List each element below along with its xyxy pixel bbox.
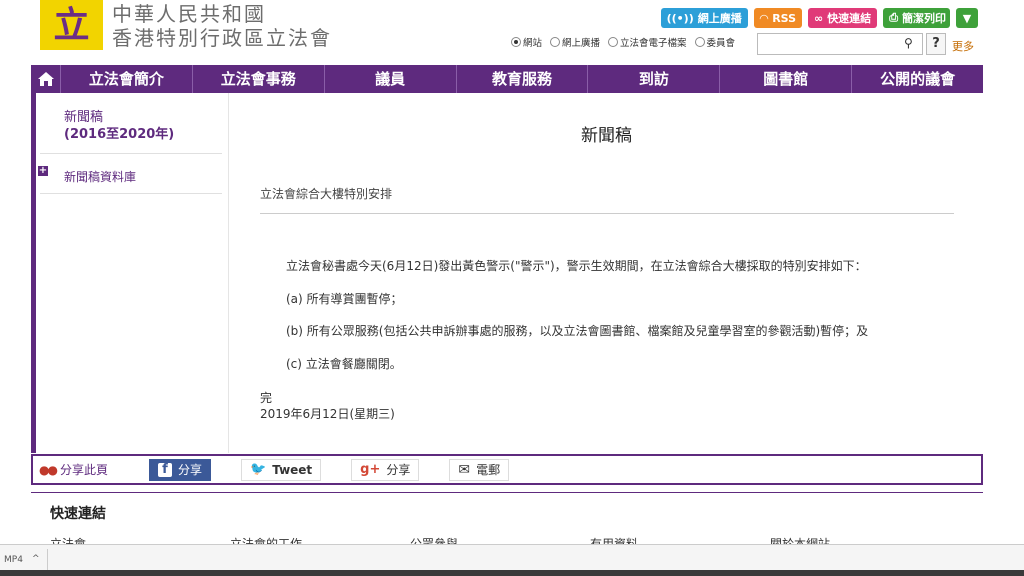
webcast-button[interactable]: ((•)) 網上廣播 [660,8,748,28]
home-button[interactable] [31,65,61,93]
twitter-icon: 🐦 [250,462,267,477]
radio-webcast[interactable]: 網上廣播 [550,35,600,49]
print-button[interactable]: ⎙ 簡潔列印 [883,8,950,28]
legco-logo[interactable]: 立 [40,0,103,50]
share-label-text: 分享此頁 [59,463,108,477]
expand-icon[interactable]: + [38,166,48,176]
sidebar-title-line2: (2016至2020年) [64,127,175,142]
webcast-icon: ((•)) [666,11,694,25]
email-icon: ✉ [458,461,471,478]
press-paragraph-b: (b) 所有公眾服務(包括公共申訴辦事處的服務，以及立法會圖書館、檔案館及兒童學… [286,324,869,338]
main-nav: 立法會簡介 立法會事務 議員 教育服務 到訪 圖書館 公開的議會 [31,65,983,93]
chevron-down-icon: ▼ [962,11,972,25]
print-dropdown-button[interactable]: ▼ [956,8,978,28]
downloads-divider [47,549,48,571]
sidebar: 新聞稿 (2016至2020年) + 新聞稿資料庫 [36,93,229,453]
gplus-share-label: 分享 [386,463,411,477]
press-paragraph-c: (c) 立法會餐廳關閉。 [286,357,402,371]
printer-icon: ⎙ [889,11,898,24]
nav-item-visit[interactable]: 到訪 [588,65,721,93]
site-title-line2: 香港特別行政區立法會 [112,26,332,50]
release-date: 2019年6月12日(星期三) [260,407,395,421]
facebook-share-label: 分享 [178,463,203,477]
search-input[interactable] [757,33,923,55]
quick-links-label: 快速連結 [827,12,872,25]
nav-item-legco-intro[interactable]: 立法會簡介 [61,65,193,93]
rss-button[interactable]: ◠ RSS [753,8,803,28]
radio-dot-earchive [608,37,619,47]
twitter-share-label: Tweet [272,462,313,477]
facebook-icon: f [158,462,172,477]
end-mark: 完 [260,391,273,405]
search-scope: 網站 網上廣播 立法會電子檔案 委員會 [511,35,739,49]
nav-item-education[interactable]: 教育服務 [457,65,589,93]
press-paragraph-a: (a) 所有導賞團暫停； [286,292,403,306]
main-content: 新聞稿 立法會綜合大樓特別安排 立法會秘書處今天(6月12日)發出黃色警示("警… [230,93,983,453]
share-icon: ●● [39,462,58,477]
logo-glyph: 立 [53,4,90,46]
sidebar-title[interactable]: 新聞稿 (2016至2020年) [64,109,174,143]
email-share-button[interactable]: ✉ 電郵 [449,458,510,481]
webcast-label: 網上廣播 [697,12,742,25]
page-title: 新聞稿 [581,126,632,146]
rss-label: RSS [772,11,797,25]
press-release-title: 立法會綜合大樓特別安排 [260,187,393,201]
nav-item-members[interactable]: 議員 [325,65,457,93]
bottom-strip [0,570,1024,576]
facebook-share-button[interactable]: f 分享 [149,458,212,481]
page: 立 中華人民共和國 香港特別行政區立法會 ((•)) 網上廣播 ◠ RSS ∞ … [0,0,1024,576]
site-title-line1: 中華人民共和國 [112,2,266,26]
top-buttons: ((•)) 網上廣播 ◠ RSS ∞ 快速連結 ⎙ 簡潔列印 ▼ [660,8,978,28]
share-label: ●● 分享此頁 [39,461,149,478]
radio-website-label: 網站 [523,38,543,49]
nav-item-library[interactable]: 圖書館 [720,65,853,93]
nav-item-open-legco[interactable]: 公開的議會 [852,65,983,93]
google-plus-icon: g+ [360,462,381,477]
radio-dot-committee [694,37,705,47]
sidebar-divider [40,153,222,154]
radio-earchive[interactable]: 立法會電子檔案 [608,35,687,49]
help-button[interactable]: ? [926,33,946,55]
footer-divider [31,492,983,493]
gplus-share-button[interactable]: g+ 分享 [351,458,420,481]
sidebar-title-line1: 新聞稿 [64,110,104,125]
site-title[interactable]: 中華人民共和國 香港特別行政區立法會 [112,2,332,50]
search-icon[interactable]: ⚲ [904,36,913,50]
download-item[interactable]: MP4 [4,555,23,565]
quick-links-button[interactable]: ∞ 快速連結 [808,8,878,28]
link-icon: ∞ [814,11,824,25]
sidebar-divider-2 [40,193,222,194]
email-share-label: 電郵 [476,463,501,477]
caret-up-icon[interactable]: ^ [32,554,40,564]
radio-dot-website [511,37,521,47]
sidebar-item-press-release-db[interactable]: 新聞稿資料庫 [64,168,136,185]
press-paragraph-intro: 立法會秘書處今天(6月12日)發出黃色警示("警示")，警示生效期間，在立法會綜… [286,259,867,273]
radio-committee-label: 委員會 [706,38,736,49]
nav-item-legco-business[interactable]: 立法會事務 [193,65,325,93]
radio-earchive-label: 立法會電子檔案 [620,38,687,49]
content-divider [260,213,954,214]
radio-website[interactable]: 網站 [511,35,542,49]
more-link[interactable]: 更多 [952,38,974,54]
radio-webcast-label: 網上廣播 [562,38,601,49]
share-bar: ●● 分享此頁 f 分享 🐦 Tweet g+ 分享 ✉ 電郵 [31,454,983,485]
twitter-share-button[interactable]: 🐦 Tweet [241,458,322,481]
home-icon [37,72,54,86]
print-label: 簡潔列印 [902,12,946,25]
radio-committee[interactable]: 委員會 [694,35,736,49]
radio-dot-webcast [550,37,561,47]
rss-icon: ◠ [759,11,769,25]
quick-links-heading: 快速連結 [50,506,106,522]
